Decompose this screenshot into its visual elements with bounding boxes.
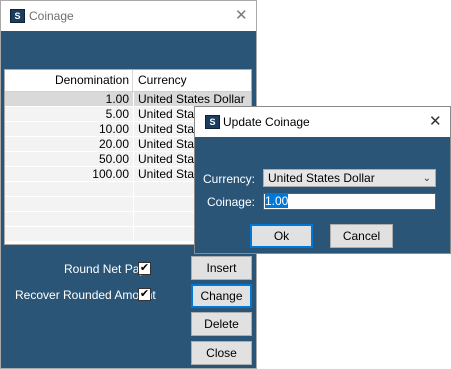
cell-currency: United States Dollar (138, 92, 245, 106)
column-header-denomination[interactable]: Denomination (5, 70, 133, 91)
recover-rounded-amount-checkbox[interactable]: ✔ (138, 288, 151, 301)
cell-denomination: 10.00 (98, 122, 129, 136)
recover-rounded-amount-label: Recover Rounded Amount (15, 288, 156, 302)
dialog-app-icon: S (205, 115, 220, 129)
cell-denomination: 20.00 (98, 137, 129, 151)
table-row[interactable]: 1.00 United States Dollar (5, 92, 251, 107)
ok-button[interactable]: Ok (250, 224, 313, 248)
cell-denomination: 5.00 (105, 107, 129, 121)
coinage-input[interactable]: 1.00 (263, 193, 436, 210)
delete-button[interactable]: Delete (191, 312, 252, 336)
title-bar[interactable]: S Coinage ✕ (1, 1, 256, 31)
cell-denomination: 50.00 (98, 152, 129, 166)
currency-select-value: United States Dollar (268, 171, 375, 185)
cancel-button[interactable]: Cancel (330, 224, 393, 248)
cell-denomination: 100.00 (92, 167, 129, 181)
insert-button[interactable]: Insert (191, 256, 252, 280)
change-button[interactable]: Change (191, 284, 252, 308)
currency-label: Currency: (202, 172, 255, 186)
column-header-currency[interactable]: Currency (134, 70, 251, 91)
dialog-title: Update Coinage (223, 115, 310, 129)
cell-denomination: 1.00 (105, 92, 129, 106)
chevron-down-icon[interactable]: ⌄ (423, 170, 431, 187)
coinage-label: Coinage: (206, 195, 255, 209)
app-icon: S (10, 9, 25, 23)
close-button[interactable]: Close (191, 341, 252, 365)
window-title: Coinage (29, 9, 74, 23)
column-divider (133, 92, 134, 244)
dialog-title-bar[interactable]: S Update Coinage ✕ (195, 107, 450, 137)
update-coinage-dialog: S Update Coinage ✕ Currency: United Stat… (194, 106, 451, 254)
coinage-input-value: 1.00 (265, 194, 289, 208)
currency-select[interactable]: United States Dollar ⌄ (263, 169, 436, 187)
round-net-pay-label: Round Net Pay (64, 262, 146, 276)
dialog-close-icon[interactable]: ✕ (429, 114, 442, 129)
grid-header: Denomination Currency (5, 70, 251, 92)
round-net-pay-checkbox[interactable]: ✔ (138, 262, 151, 275)
close-icon[interactable]: ✕ (235, 8, 248, 23)
